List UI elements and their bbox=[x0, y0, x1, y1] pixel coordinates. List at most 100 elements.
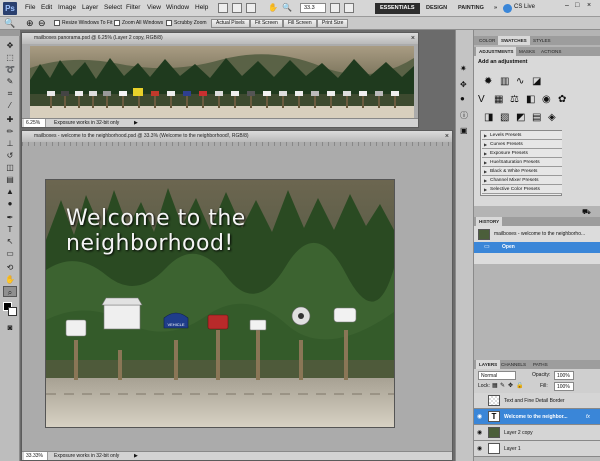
tab-channels[interactable]: CHANNELS bbox=[498, 360, 529, 369]
actual-pixels-button[interactable]: Actual Pixels bbox=[211, 19, 250, 28]
print-size-button[interactable]: Print Size bbox=[317, 19, 349, 28]
layer-row[interactable]: ◉ Layer 1 bbox=[474, 441, 600, 457]
workspace-design[interactable]: DESIGN bbox=[421, 3, 452, 14]
menu-filter[interactable]: Filter bbox=[126, 4, 140, 11]
tools-panel-grip[interactable] bbox=[0, 30, 20, 36]
threshold-icon[interactable]: ◩ bbox=[516, 112, 528, 124]
clip-to-layer-icon[interactable]: ⛟ bbox=[582, 208, 591, 217]
curves-icon[interactable]: ∿ bbox=[516, 76, 528, 88]
brush-presets-icon[interactable]: ● bbox=[460, 94, 470, 104]
zoom-tool-preset-icon[interactable]: 🔍 bbox=[4, 18, 15, 29]
document-title-bar[interactable]: mailboxes panorama.psd @ 6.25% (Layer 2 … bbox=[22, 33, 418, 44]
gradient-map-icon[interactable]: ▤ bbox=[532, 112, 544, 124]
vibrance-icon[interactable]: V bbox=[478, 94, 490, 106]
arrange-documents-icon[interactable] bbox=[330, 3, 340, 13]
workspace-essentials[interactable]: ESSENTIALS bbox=[375, 3, 420, 14]
posterize-icon[interactable]: ▧ bbox=[500, 112, 512, 124]
blur-tool-icon[interactable]: ▲ bbox=[3, 186, 17, 197]
preset-levels[interactable]: Levels Presets bbox=[482, 131, 562, 140]
zoom-readout[interactable]: 6.25% bbox=[24, 119, 46, 127]
visibility-eye-icon[interactable]: ◉ bbox=[477, 409, 482, 425]
minibridge-icon[interactable] bbox=[232, 3, 242, 13]
resize-windows-checkbox[interactable] bbox=[54, 20, 60, 26]
preset-curves[interactable]: Curves Presets bbox=[482, 140, 562, 149]
blend-mode-select[interactable]: Normal bbox=[478, 371, 516, 380]
menu-help[interactable]: Help bbox=[195, 4, 208, 11]
visibility-eye-icon[interactable]: ◉ bbox=[477, 425, 482, 441]
tab-layers[interactable]: LAYERS bbox=[476, 360, 501, 369]
fit-screen-button[interactable]: Fit Screen bbox=[250, 19, 283, 28]
menu-file[interactable]: File bbox=[25, 4, 35, 11]
zoom-out-icon[interactable]: ⊖ bbox=[38, 18, 46, 29]
zoom-all-windows-checkbox[interactable] bbox=[114, 20, 120, 26]
opacity-field[interactable]: 100% bbox=[554, 371, 574, 380]
lock-pixels-icon[interactable]: ✎ bbox=[500, 382, 505, 389]
clone-source-icon[interactable]: ▣ bbox=[460, 126, 470, 136]
levels-icon[interactable]: ▥ bbox=[500, 76, 512, 88]
preset-black-white[interactable]: Black & White Presets bbox=[482, 167, 562, 176]
dodge-tool-icon[interactable]: ● bbox=[3, 198, 17, 209]
navigator-icon[interactable]: ✷ bbox=[460, 64, 470, 74]
exposure-icon[interactable]: ◪ bbox=[532, 76, 544, 88]
minimize-button[interactable]: – bbox=[565, 2, 569, 9]
visibility-eye-icon[interactable]: ◉ bbox=[477, 441, 482, 457]
tab-swatches[interactable]: SWATCHES bbox=[498, 36, 530, 45]
quick-select-tool-icon[interactable]: ✎ bbox=[3, 76, 17, 87]
info-icon[interactable]: ⓘ bbox=[460, 110, 470, 120]
lock-position-icon[interactable]: ✥ bbox=[508, 382, 513, 389]
3d-rotate-tool-icon[interactable]: ⟲ bbox=[3, 262, 17, 273]
marquee-tool-icon[interactable]: ⬚ bbox=[3, 52, 17, 63]
menu-edit[interactable]: Edit bbox=[41, 4, 52, 11]
layer-row[interactable]: Text and Fine Detail Border bbox=[474, 393, 600, 409]
workspace-painting[interactable]: PAINTING bbox=[453, 3, 489, 14]
zoom-tool-icon[interactable]: 🔍 bbox=[282, 3, 292, 13]
histogram-icon[interactable]: ✥ bbox=[460, 80, 470, 90]
clone-stamp-tool-icon[interactable]: ⊥ bbox=[3, 138, 17, 149]
invert-icon[interactable]: ◨ bbox=[484, 112, 496, 124]
tab-actions[interactable]: ACTIONS bbox=[538, 47, 564, 56]
tab-paths[interactable]: PATHS bbox=[530, 360, 551, 369]
type-tool-icon[interactable]: T bbox=[3, 224, 17, 235]
tab-color[interactable]: COLOR bbox=[476, 36, 498, 45]
layer-effects-icon[interactable]: fx bbox=[586, 409, 590, 425]
hand-tool-icon[interactable]: ✋ bbox=[3, 274, 17, 285]
view-extras-icon[interactable] bbox=[246, 3, 256, 13]
move-tool-icon[interactable]: ✥ bbox=[3, 40, 17, 51]
preset-channel-mixer[interactable]: Channel Mixer Presets bbox=[482, 176, 562, 185]
tab-history[interactable]: HISTORY bbox=[476, 217, 503, 226]
document-close-button[interactable]: × bbox=[411, 33, 415, 44]
eyedropper-tool-icon[interactable]: ⁄ bbox=[3, 100, 17, 111]
screen-mode-icon[interactable] bbox=[344, 3, 354, 13]
menu-select[interactable]: Select bbox=[104, 4, 122, 11]
history-brush-tool-icon[interactable]: ↺ bbox=[3, 150, 17, 161]
lasso-tool-icon[interactable]: ➰ bbox=[3, 64, 17, 75]
workspace-more[interactable]: » bbox=[489, 3, 502, 14]
history-state-open[interactable]: ▭ Open bbox=[474, 242, 600, 253]
preset-exposure[interactable]: Exposure Presets bbox=[482, 149, 562, 158]
menu-view[interactable]: View bbox=[147, 4, 161, 11]
pen-tool-icon[interactable]: ✒ bbox=[3, 212, 17, 223]
history-snapshot-row[interactable]: mailboxes - welcome to the neighborho... bbox=[476, 228, 598, 241]
zoom-tool-icon[interactable]: ⌕ bbox=[3, 286, 17, 297]
layer-row-selected[interactable]: ◉ T Welcome to the neighbor... fx bbox=[474, 409, 600, 425]
zoom-in-icon[interactable]: ⊕ bbox=[26, 18, 34, 29]
menu-layer[interactable]: Layer bbox=[82, 4, 98, 11]
status-menu-arrow-icon[interactable]: ▶ bbox=[134, 119, 138, 127]
hand-tool-icon[interactable]: ✋ bbox=[268, 3, 278, 13]
close-button[interactable]: × bbox=[587, 2, 591, 9]
channel-mixer-icon[interactable]: ✿ bbox=[558, 94, 570, 106]
menu-image[interactable]: Image bbox=[58, 4, 76, 11]
tab-styles[interactable]: STYLES bbox=[530, 36, 554, 45]
document-title-bar[interactable]: mailboxes - welcome to the neighborhood.… bbox=[22, 131, 452, 142]
gradient-tool-icon[interactable]: ▤ bbox=[3, 174, 17, 185]
scrubby-zoom-checkbox[interactable] bbox=[166, 20, 172, 26]
tab-masks[interactable]: MASKS bbox=[516, 47, 538, 56]
color-balance-icon[interactable]: ⚖ bbox=[510, 94, 522, 106]
fill-screen-button[interactable]: Fill Screen bbox=[283, 19, 317, 28]
zoom-level-field[interactable]: 33.3 bbox=[300, 3, 326, 13]
crop-tool-icon[interactable]: ⌗ bbox=[3, 88, 17, 99]
path-selection-tool-icon[interactable]: ↖ bbox=[3, 236, 17, 247]
cslive-label[interactable]: CS Live bbox=[514, 4, 535, 10]
menu-window[interactable]: Window bbox=[166, 4, 189, 11]
fill-field[interactable]: 100% bbox=[554, 382, 574, 391]
